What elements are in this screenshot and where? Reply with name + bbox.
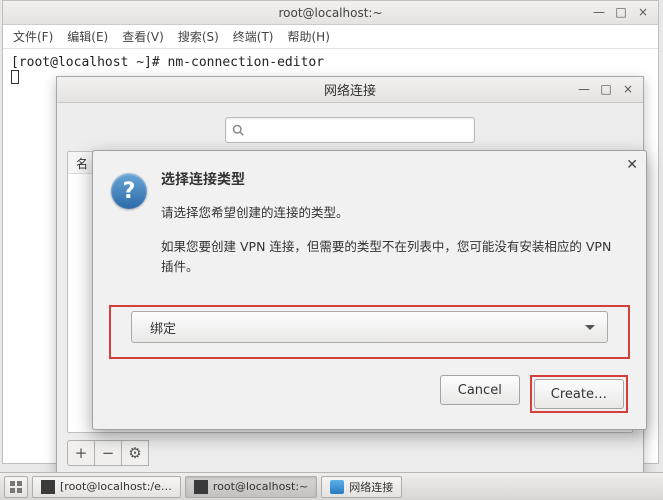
taskbar-item-terminal-1[interactable]: [root@localhost:/e… <box>32 476 181 498</box>
add-connection-button[interactable]: + <box>67 440 95 466</box>
search-icon <box>232 124 244 136</box>
create-highlight: Create… <box>530 375 628 413</box>
terminal-menubar: 文件(F) 编辑(E) 查看(V) 搜索(S) 终端(T) 帮助(H) <box>3 25 658 49</box>
task-label-3: 网络连接 <box>349 479 393 495</box>
dialog-line2: 如果您要创建 VPN 连接，但需要的类型不在列表中，您可能没有安装相应的 VPN… <box>161 237 626 277</box>
task-label-2: root@localhost:~ <box>213 480 308 493</box>
taskbar-launcher[interactable] <box>4 476 28 498</box>
terminal-icon <box>194 480 208 494</box>
settings-button[interactable]: ⚙ <box>121 440 149 466</box>
dialog-close-button[interactable]: ✕ <box>626 157 638 173</box>
menu-help[interactable]: 帮助(H) <box>288 28 330 45</box>
gear-icon: ⚙ <box>128 444 141 462</box>
minimize-button[interactable]: — <box>588 3 610 21</box>
combo-highlight: 绑定 <box>109 305 630 359</box>
terminal-titlebar[interactable]: root@localhost:~ — □ × <box>3 1 658 25</box>
terminal-icon <box>41 480 55 494</box>
menu-search[interactable]: 搜索(S) <box>178 28 219 45</box>
cursor <box>11 70 19 84</box>
taskbar-item-terminal-2[interactable]: root@localhost:~ <box>185 476 317 498</box>
launcher-icon <box>9 480 23 494</box>
cancel-button[interactable]: Cancel <box>440 375 520 405</box>
list-toolbar: + − ⚙ <box>67 439 633 467</box>
create-label: Create… <box>551 387 607 402</box>
remove-connection-button[interactable]: − <box>94 440 122 466</box>
menu-file[interactable]: 文件(F) <box>13 28 53 45</box>
menu-terminal[interactable]: 终端(T) <box>233 28 274 45</box>
connection-type-dialog: ✕ ? 选择连接类型 请选择您希望创建的连接的类型。 如果您要创建 VPN 连接… <box>92 150 647 430</box>
menu-edit[interactable]: 编辑(E) <box>67 28 108 45</box>
dialog-heading: 选择连接类型 <box>161 169 626 189</box>
net-maximize-button[interactable]: □ <box>595 80 617 98</box>
plus-icon: + <box>75 444 88 462</box>
close-button[interactable]: × <box>632 3 654 21</box>
menu-view[interactable]: 查看(V) <box>122 28 164 45</box>
chevron-down-icon <box>585 325 595 330</box>
combo-value: 绑定 <box>150 318 176 337</box>
network-title: 网络连接 <box>324 80 376 99</box>
net-close-button[interactable]: × <box>617 80 639 98</box>
dialog-line1: 请选择您希望创建的连接的类型。 <box>161 203 626 223</box>
maximize-button[interactable]: □ <box>610 3 632 21</box>
connection-type-combo[interactable]: 绑定 <box>131 311 608 343</box>
create-button[interactable]: Create… <box>534 379 624 409</box>
minus-icon: − <box>102 444 115 462</box>
question-icon: ? <box>111 173 147 209</box>
task-label-1: [root@localhost:/e… <box>60 480 172 493</box>
net-minimize-button[interactable]: — <box>573 80 595 98</box>
network-icon <box>330 480 344 494</box>
taskbar: [root@localhost:/e… root@localhost:~ 网络连… <box>0 472 663 500</box>
taskbar-item-network[interactable]: 网络连接 <box>321 476 402 498</box>
cancel-label: Cancel <box>458 383 502 398</box>
search-input[interactable] <box>225 117 475 143</box>
network-titlebar[interactable]: 网络连接 — □ × <box>57 77 643 103</box>
terminal-title: root@localhost:~ <box>278 6 382 20</box>
prompt-line: [root@localhost ~]# nm-connection-editor <box>11 55 324 70</box>
